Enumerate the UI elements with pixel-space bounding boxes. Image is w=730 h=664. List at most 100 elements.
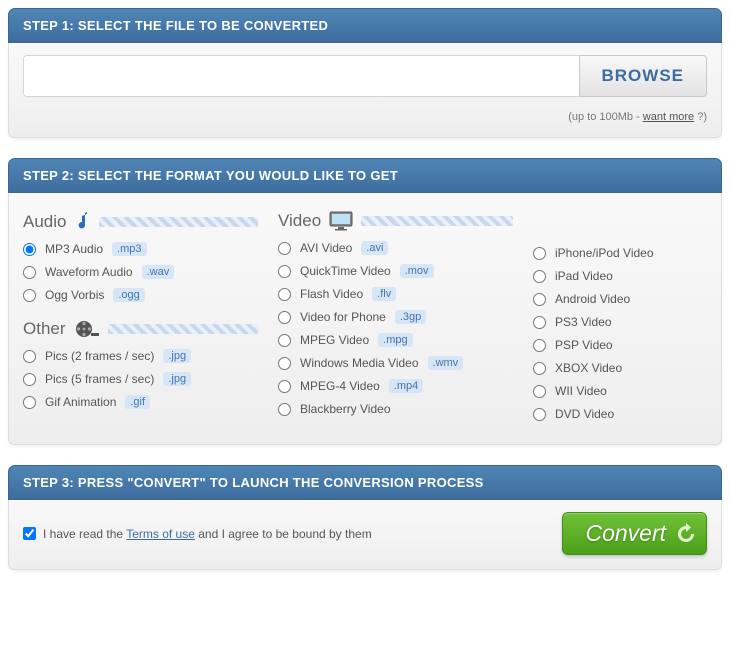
step1-panel: BROWSE (up to 100Mb - want more ?) bbox=[8, 43, 722, 138]
format-label: PS3 Video bbox=[555, 315, 612, 329]
format-label: PSP Video bbox=[555, 338, 613, 352]
format-option[interactable]: Windows Media Video .wmv bbox=[278, 356, 513, 370]
format-radio[interactable] bbox=[533, 270, 546, 283]
format-ext: .flv bbox=[372, 287, 396, 301]
format-radio[interactable] bbox=[278, 311, 291, 324]
format-label: QuickTime Video bbox=[300, 264, 391, 278]
format-option[interactable]: XBOX Video bbox=[533, 361, 707, 375]
terms-prefix: I have read the bbox=[43, 527, 126, 541]
hint-prefix: (up to 100Mb - bbox=[568, 111, 643, 123]
format-radio[interactable] bbox=[533, 339, 546, 352]
format-option[interactable]: Ogg Vorbis .ogg bbox=[23, 288, 258, 302]
format-radio[interactable] bbox=[533, 362, 546, 375]
format-label: Ogg Vorbis bbox=[45, 288, 104, 302]
format-option[interactable]: iPhone/iPod Video bbox=[533, 246, 707, 260]
terms-label[interactable]: I have read the Terms of use and I agree… bbox=[23, 527, 372, 541]
format-ext: .jpg bbox=[163, 372, 191, 386]
format-label: Gif Animation bbox=[45, 395, 116, 409]
category-audio-label: Audio bbox=[23, 212, 66, 232]
format-radio[interactable] bbox=[278, 403, 291, 416]
format-ext: .gif bbox=[125, 395, 150, 409]
format-radio[interactable] bbox=[533, 316, 546, 329]
format-label: Waveform Audio bbox=[45, 265, 133, 279]
stripes-decoration bbox=[361, 216, 513, 226]
format-radio[interactable] bbox=[278, 357, 291, 370]
format-option[interactable]: MPEG Video .mpg bbox=[278, 333, 513, 347]
format-option[interactable]: Android Video bbox=[533, 292, 707, 306]
format-label: XBOX Video bbox=[555, 361, 622, 375]
format-radio[interactable] bbox=[278, 334, 291, 347]
step2-header: STEP 2: SELECT THE FORMAT YOU WOULD LIKE… bbox=[8, 158, 722, 193]
format-label: Video for Phone bbox=[300, 310, 386, 324]
format-radio[interactable] bbox=[533, 247, 546, 260]
format-ext: .mpg bbox=[378, 333, 412, 347]
terms-of-use-link[interactable]: Terms of use bbox=[126, 527, 195, 541]
format-label: Windows Media Video bbox=[300, 356, 419, 370]
format-option[interactable]: iPad Video bbox=[533, 269, 707, 283]
format-option[interactable]: QuickTime Video .mov bbox=[278, 264, 513, 278]
format-label: Android Video bbox=[555, 292, 630, 306]
format-ext: .jpg bbox=[163, 349, 191, 363]
format-label: iPhone/iPod Video bbox=[555, 246, 654, 260]
format-label: Pics (2 frames / sec) bbox=[45, 349, 154, 363]
format-radio[interactable] bbox=[23, 350, 36, 363]
format-option[interactable]: WII Video bbox=[533, 384, 707, 398]
format-radio[interactable] bbox=[533, 385, 546, 398]
format-label: Flash Video bbox=[300, 287, 363, 301]
format-radio[interactable] bbox=[533, 408, 546, 421]
format-option[interactable]: MPEG-4 Video .mp4 bbox=[278, 379, 513, 393]
format-option[interactable]: Pics (5 frames / sec) .jpg bbox=[23, 372, 258, 386]
refresh-arrow-icon bbox=[674, 522, 698, 546]
format-radio[interactable] bbox=[278, 288, 291, 301]
format-option[interactable]: PSP Video bbox=[533, 338, 707, 352]
format-option[interactable]: Gif Animation .gif bbox=[23, 395, 258, 409]
format-option[interactable]: Pics (2 frames / sec) .jpg bbox=[23, 349, 258, 363]
format-radio[interactable] bbox=[23, 396, 36, 409]
format-option[interactable]: Blackberry Video bbox=[278, 402, 513, 416]
format-ext: .mp4 bbox=[389, 379, 423, 393]
category-other: Other bbox=[23, 318, 258, 339]
format-option[interactable]: Flash Video .flv bbox=[278, 287, 513, 301]
browse-button[interactable]: BROWSE bbox=[579, 55, 708, 97]
stripes-decoration bbox=[99, 217, 258, 227]
category-video-label: Video bbox=[278, 211, 321, 231]
convert-button[interactable]: Convert bbox=[562, 512, 707, 555]
format-option[interactable]: Video for Phone.3gp bbox=[278, 310, 513, 324]
format-radio[interactable] bbox=[23, 243, 36, 256]
monitor-icon bbox=[329, 211, 353, 231]
format-ext: .ogg bbox=[113, 288, 144, 302]
format-label: WII Video bbox=[555, 384, 607, 398]
format-radio[interactable] bbox=[23, 373, 36, 386]
format-option[interactable]: DVD Video bbox=[533, 407, 707, 421]
format-radio[interactable] bbox=[278, 380, 291, 393]
format-radio[interactable] bbox=[23, 266, 36, 279]
category-audio: Audio bbox=[23, 211, 258, 232]
format-ext: .mp3 bbox=[112, 242, 146, 256]
format-label: MPEG Video bbox=[300, 333, 369, 347]
format-ext: .mov bbox=[400, 264, 434, 278]
terms-suffix: and I agree to be bound by them bbox=[195, 527, 372, 541]
format-label: DVD Video bbox=[555, 407, 614, 421]
format-label: AVI Video bbox=[300, 241, 352, 255]
format-label: MPEG-4 Video bbox=[300, 379, 380, 393]
format-option[interactable]: Waveform Audio.wav bbox=[23, 265, 258, 279]
step3-panel: I have read the Terms of use and I agree… bbox=[8, 500, 722, 570]
format-option[interactable]: AVI Video .avi bbox=[278, 241, 513, 255]
format-option[interactable]: MP3 Audio.mp3 bbox=[23, 242, 258, 256]
format-radio[interactable] bbox=[533, 293, 546, 306]
stripes-decoration bbox=[108, 324, 258, 334]
category-other-label: Other bbox=[23, 319, 66, 339]
format-label: Pics (5 frames / sec) bbox=[45, 372, 154, 386]
terms-checkbox[interactable] bbox=[23, 527, 36, 540]
category-video: Video bbox=[278, 211, 513, 231]
want-more-link[interactable]: want more bbox=[643, 111, 694, 123]
format-radio[interactable] bbox=[23, 289, 36, 302]
format-label: iPad Video bbox=[555, 269, 613, 283]
format-ext: .wmv bbox=[428, 356, 464, 370]
format-option[interactable]: PS3 Video bbox=[533, 315, 707, 329]
format-ext: .avi bbox=[361, 241, 388, 255]
format-radio[interactable] bbox=[278, 242, 291, 255]
file-input[interactable] bbox=[23, 55, 579, 97]
format-radio[interactable] bbox=[278, 265, 291, 278]
upload-hint: (up to 100Mb - want more ?) bbox=[23, 111, 707, 123]
